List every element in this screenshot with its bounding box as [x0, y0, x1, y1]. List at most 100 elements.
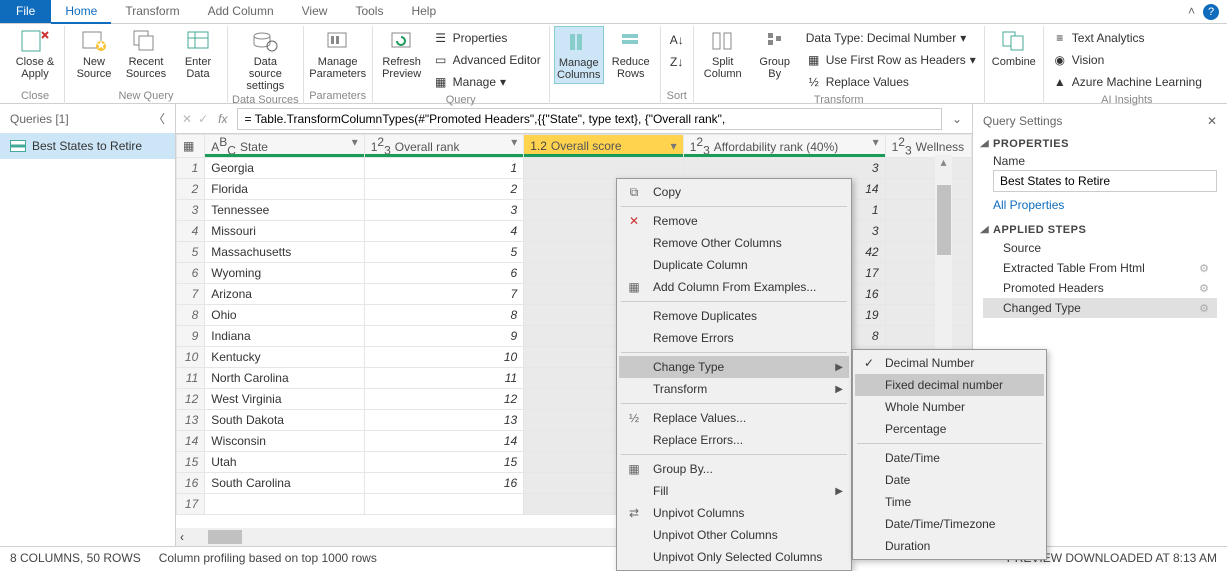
cell-state[interactable]: Georgia: [205, 158, 364, 179]
cell-wellness[interactable]: [885, 200, 971, 221]
row-number[interactable]: 12: [177, 389, 205, 410]
cell-overall-rank[interactable]: 9: [364, 326, 523, 347]
applied-step[interactable]: Extracted Table From Html⚙: [983, 258, 1217, 278]
cell-state[interactable]: Massachusetts: [205, 242, 364, 263]
manage-columns-button[interactable]: Manage Columns: [554, 26, 604, 84]
cell-overall-rank[interactable]: 16: [364, 473, 523, 494]
row-number[interactable]: 10: [177, 347, 205, 368]
ctx-unpivot[interactable]: ⇄Unpivot Columns: [619, 502, 849, 524]
cell-wellness[interactable]: [885, 305, 971, 326]
type-dtz[interactable]: Date/Time/Timezone: [855, 513, 1044, 535]
data-type-button[interactable]: Data Type: Decimal Number ▾: [806, 28, 976, 48]
type-percentage[interactable]: Percentage: [855, 418, 1044, 440]
ctx-unpivot-sel[interactable]: Unpivot Only Selected Columns: [619, 546, 849, 568]
ctx-remove-dup[interactable]: Remove Duplicates: [619, 305, 849, 327]
ctx-change-type[interactable]: Change Type▶: [619, 356, 849, 378]
formula-cancel-icon[interactable]: ✕: [182, 112, 192, 126]
cell-wellness[interactable]: [885, 179, 971, 200]
query-item[interactable]: Best States to Retire: [0, 133, 175, 159]
cell-wellness[interactable]: [885, 221, 971, 242]
gear-icon[interactable]: ⚙: [1199, 302, 1209, 315]
cell-overall-rank[interactable]: 6: [364, 263, 523, 284]
formula-commit-icon[interactable]: ✓: [198, 112, 208, 126]
row-number[interactable]: 6: [177, 263, 205, 284]
new-source-button[interactable]: ★New Source: [69, 26, 119, 82]
cell-state[interactable]: Arizona: [205, 284, 364, 305]
close-apply-button[interactable]: Close & Apply: [10, 26, 60, 82]
cell-wellness[interactable]: [885, 158, 971, 179]
cell-overall-rank[interactable]: 8: [364, 305, 523, 326]
tab-home[interactable]: Home: [51, 0, 111, 24]
type-datetime[interactable]: Date/Time: [855, 447, 1044, 469]
enter-data-button[interactable]: Enter Data: [173, 26, 223, 82]
azure-ml-button[interactable]: ▲Azure Machine Learning: [1052, 72, 1202, 92]
reduce-rows-button[interactable]: Reduce Rows: [606, 26, 656, 84]
sort-asc-button[interactable]: A↓: [669, 30, 685, 50]
formula-input[interactable]: [237, 108, 941, 130]
column-header-state[interactable]: ABCState▾: [205, 135, 364, 158]
vision-button[interactable]: ◉Vision: [1052, 50, 1202, 70]
ctx-replace-errors[interactable]: Replace Errors...: [619, 429, 849, 451]
file-menu[interactable]: File: [0, 0, 51, 23]
cell-state[interactable]: Wisconsin: [205, 431, 364, 452]
cell-overall-rank[interactable]: 12: [364, 389, 523, 410]
cell-state[interactable]: [205, 494, 364, 515]
cell-state[interactable]: Wyoming: [205, 263, 364, 284]
cell-state[interactable]: Florida: [205, 179, 364, 200]
group-by-button[interactable]: Group By: [750, 26, 800, 94]
cell-state[interactable]: Tennessee: [205, 200, 364, 221]
applied-steps-header[interactable]: APPLIED STEPS: [983, 218, 1217, 238]
refresh-preview-button[interactable]: Refresh Preview: [377, 26, 427, 94]
manage-parameters-button[interactable]: Manage Parameters: [308, 26, 368, 82]
split-column-button[interactable]: Split Column: [698, 26, 748, 94]
ctx-add-examples[interactable]: ▦Add Column From Examples...: [619, 276, 849, 298]
cell-wellness[interactable]: [885, 326, 971, 347]
row-number[interactable]: 2: [177, 179, 205, 200]
formula-dropdown-icon[interactable]: ⌄: [948, 112, 966, 126]
queries-collapse-icon[interactable]: 〈: [153, 110, 165, 127]
column-header-overall-rank[interactable]: 123Overall rank▾: [364, 135, 523, 158]
cell-state[interactable]: Missouri: [205, 221, 364, 242]
row-number[interactable]: 1: [177, 158, 205, 179]
cell-overall-rank[interactable]: 4: [364, 221, 523, 242]
cell-state[interactable]: West Virginia: [205, 389, 364, 410]
row-number[interactable]: 3: [177, 200, 205, 221]
type-fixed-decimal[interactable]: Fixed decimal number: [855, 374, 1044, 396]
cell-state[interactable]: Utah: [205, 452, 364, 473]
help-icon[interactable]: ?: [1203, 4, 1219, 20]
cell-overall-rank[interactable]: 2: [364, 179, 523, 200]
cell-state[interactable]: South Dakota: [205, 410, 364, 431]
ctx-remove-err[interactable]: Remove Errors: [619, 327, 849, 349]
cell-overall-rank[interactable]: 5: [364, 242, 523, 263]
column-header-overall-score[interactable]: 1.2Overall score▾: [524, 135, 683, 158]
advanced-editor-button[interactable]: ▭Advanced Editor: [433, 50, 541, 70]
column-header-affordability[interactable]: 123Affordability rank (40%)▾: [683, 135, 885, 158]
properties-button[interactable]: ☰Properties: [433, 28, 541, 48]
row-number[interactable]: 7: [177, 284, 205, 305]
tab-view[interactable]: View: [288, 0, 342, 23]
row-number[interactable]: 4: [177, 221, 205, 242]
cell-overall-rank[interactable]: [364, 494, 523, 515]
cell-overall-rank[interactable]: 1: [364, 158, 523, 179]
ctx-replace-values[interactable]: ½Replace Values...: [619, 407, 849, 429]
cell-state[interactable]: Indiana: [205, 326, 364, 347]
cell-overall-rank[interactable]: 10: [364, 347, 523, 368]
applied-step[interactable]: Changed Type⚙: [983, 298, 1217, 318]
cell-overall-rank[interactable]: 14: [364, 431, 523, 452]
ctx-remove-other[interactable]: Remove Other Columns: [619, 232, 849, 254]
type-whole[interactable]: Whole Number: [855, 396, 1044, 418]
combine-button[interactable]: Combine: [989, 26, 1039, 70]
recent-sources-button[interactable]: Recent Sources: [121, 26, 171, 82]
applied-step[interactable]: Promoted Headers⚙: [983, 278, 1217, 298]
ctx-group-by[interactable]: ▦Group By...: [619, 458, 849, 480]
tab-tools[interactable]: Tools: [341, 0, 397, 23]
properties-section-header[interactable]: PROPERTIES: [983, 132, 1217, 152]
gear-icon[interactable]: ⚙: [1199, 282, 1209, 295]
ctx-fill[interactable]: Fill▶: [619, 480, 849, 502]
cell-state[interactable]: North Carolina: [205, 368, 364, 389]
cell-state[interactable]: Ohio: [205, 305, 364, 326]
manage-button[interactable]: ▦Manage ▾: [433, 72, 541, 92]
ctx-transform[interactable]: Transform▶: [619, 378, 849, 400]
type-duration[interactable]: Duration: [855, 535, 1044, 557]
ribbon-collapse-icon[interactable]: ˄: [1182, 0, 1201, 23]
